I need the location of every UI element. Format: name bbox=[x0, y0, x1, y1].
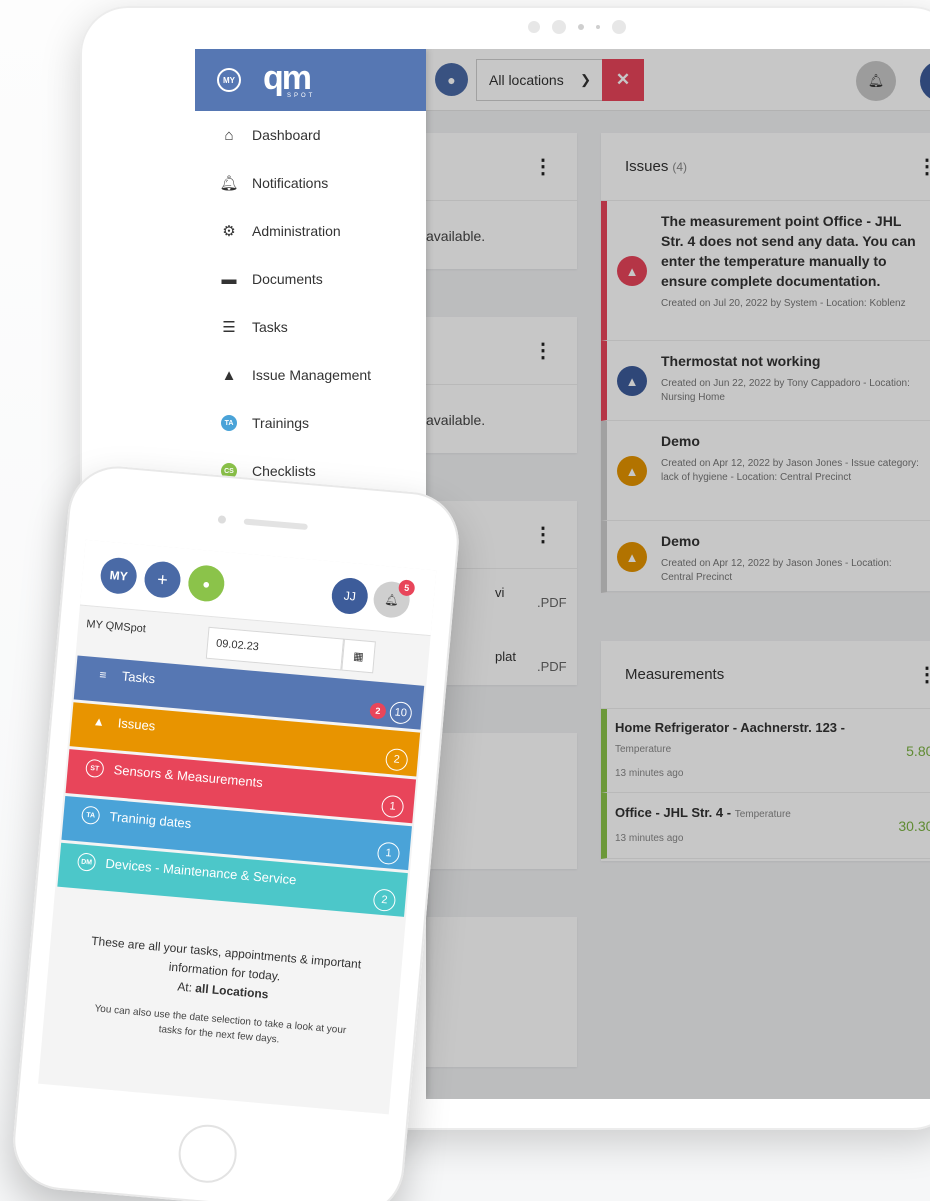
phone-home-button[interactable] bbox=[176, 1122, 240, 1186]
row-count: 10 bbox=[388, 700, 413, 725]
sidebar-item-notifications[interactable]: 🔔︎ Notifications bbox=[195, 159, 426, 207]
ta-icon: TA bbox=[221, 415, 237, 431]
home-icon: ⌂ bbox=[224, 126, 234, 144]
location-pin-icon[interactable]: ● bbox=[186, 563, 226, 603]
row-count: 1 bbox=[380, 794, 405, 819]
add-button[interactable]: + bbox=[143, 560, 183, 600]
row-count: 1 bbox=[376, 841, 401, 866]
calendar-icon[interactable]: ▦ bbox=[341, 638, 376, 674]
sidebar-items: ⌂ Dashboard 🔔︎ Notifications ⚙ Administration… bbox=[195, 111, 426, 495]
sidebar-item-label: Administration bbox=[252, 223, 341, 239]
sidebar-item-label: Notifications bbox=[252, 175, 329, 191]
sidebar-item-trainings[interactable]: TA Trainings bbox=[195, 399, 426, 447]
sidebar-header: MY qm SPOT bbox=[195, 49, 426, 111]
folder-icon: ▬ bbox=[221, 270, 237, 288]
row-badge-icon: TA bbox=[80, 805, 101, 825]
gear-icon: ⚙ bbox=[222, 223, 236, 240]
unread-count-badge: 2 bbox=[369, 702, 387, 720]
sidebar-item-label: Dashboard bbox=[252, 127, 321, 143]
phone-info-text: These are all your tasks, appointments &… bbox=[43, 928, 402, 1057]
sidebar-item-administration[interactable]: ⚙ Administration bbox=[195, 207, 426, 255]
phone-screen: MY + ● JJ 🔔︎ 5 MY QMSpot 09.02.23 ▦ ≡ Tas… bbox=[38, 539, 437, 1115]
sidebar-item-label: Issue Management bbox=[252, 367, 372, 383]
sidebar-item-label: Trainings bbox=[252, 415, 310, 431]
info-at-label: At: bbox=[176, 979, 193, 995]
my-badge-logo[interactable]: MY bbox=[217, 68, 241, 92]
notifications-bell-icon[interactable]: 🔔︎ 5 bbox=[372, 579, 416, 620]
checklist-icon: ☰ bbox=[222, 319, 236, 336]
tablet-camera-dots bbox=[528, 20, 626, 34]
row-label: Sensors & Measurements bbox=[113, 762, 264, 791]
sidebar-item-label: Checklists bbox=[252, 463, 316, 479]
notification-count-badge: 5 bbox=[398, 579, 416, 597]
row-count: 2 bbox=[384, 747, 409, 772]
row-badge-icon: ≡ bbox=[98, 667, 108, 683]
phone-speaker bbox=[243, 518, 308, 531]
phone-page-title: MY QMSpot bbox=[85, 618, 147, 636]
row-label: Tasks bbox=[121, 668, 156, 687]
bell-icon: 🔔︎ bbox=[219, 175, 239, 192]
sidebar-item-tasks[interactable]: ☰ Tasks bbox=[195, 303, 426, 351]
phone-summary-list: ≡ Tasks 2 10 ▲ Issues 2 ST Sensors & Measurement… bbox=[55, 655, 426, 917]
phone-device: MY + ● JJ 🔔︎ 5 MY QMSpot 09.02.23 ▦ ≡ Tas… bbox=[9, 462, 463, 1201]
row-badge-icon: ▲ bbox=[92, 714, 106, 730]
row-badge-icon: DM bbox=[76, 852, 97, 872]
row-count: 2 bbox=[372, 888, 397, 913]
sidebar-item-dashboard[interactable]: ⌂ Dashboard bbox=[195, 111, 426, 159]
qmspot-logo[interactable]: qm SPOT bbox=[263, 61, 315, 99]
user-avatar[interactable]: JJ bbox=[330, 576, 370, 616]
warning-icon: ▲ bbox=[221, 366, 237, 384]
row-badge-icon: ST bbox=[85, 758, 105, 779]
spot-logo-text: SPOT bbox=[287, 93, 316, 99]
sidebar-item-label: Documents bbox=[252, 271, 323, 287]
row-label: Issues bbox=[117, 715, 156, 734]
marketing-stage: ● All locations ❯ ✕ 🔔︎ JJ ⋮ available. ⋮… bbox=[0, 0, 930, 1201]
row-label: Devices - Maintenance & Service bbox=[104, 855, 297, 888]
date-input[interactable]: 09.02.23 bbox=[205, 626, 345, 671]
info-location: all Locations bbox=[194, 981, 270, 1002]
sidebar-item-label: Tasks bbox=[252, 319, 288, 335]
sidebar-item-issue-management[interactable]: ▲ Issue Management bbox=[195, 351, 426, 399]
row-label: Traninig dates bbox=[109, 808, 192, 832]
my-badge-logo[interactable]: MY bbox=[99, 556, 139, 596]
phone-camera bbox=[217, 515, 227, 524]
sidebar-item-documents[interactable]: ▬ Documents bbox=[195, 255, 426, 303]
qm-logo-text: qm bbox=[263, 59, 312, 97]
